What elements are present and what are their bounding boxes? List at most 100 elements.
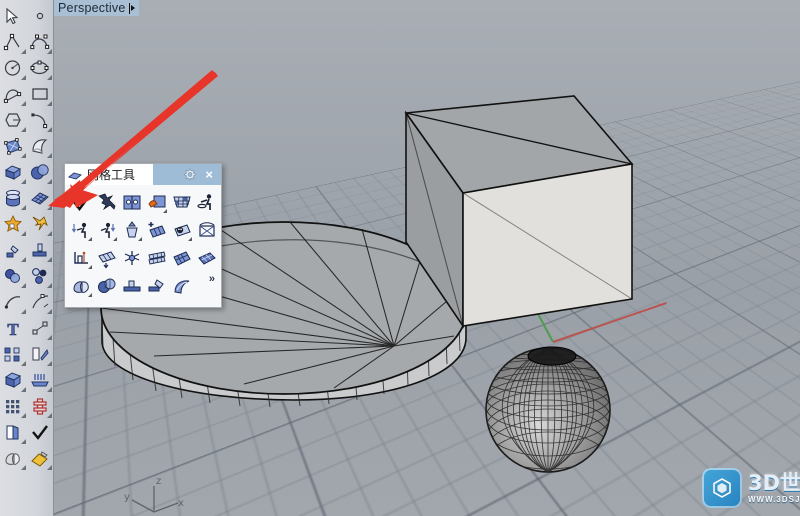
panel-drag-handle[interactable] [65, 164, 85, 185]
rhino-application-window: z x y 3D世界网 WWW.3DSJW.COM Perspective [0, 0, 800, 516]
toolbar-row [0, 419, 53, 445]
main-toolbar[interactable]: T [0, 0, 54, 516]
mesh-button-add-face[interactable] [144, 216, 169, 244]
sidebar-item-polyline[interactable] [0, 29, 27, 55]
panel-more-chevron[interactable]: » [209, 273, 215, 285]
sidebar-item-explode[interactable] [27, 211, 54, 237]
toolbar-row [0, 3, 53, 29]
mesh-sphere[interactable] [470, 330, 630, 490]
sidebar-item-solid-sphere[interactable] [27, 159, 54, 185]
mesh-button-check-mesh[interactable] [69, 188, 94, 216]
toolbar-row [0, 237, 53, 263]
sidebar-item-render-mesh[interactable] [0, 445, 27, 471]
mesh-button-quad-remesh[interactable] [169, 188, 194, 216]
toolbar-row [0, 367, 53, 393]
toolbar-row [0, 211, 53, 237]
mesh-button-align-vertices[interactable] [69, 244, 94, 272]
toolbar-row [0, 107, 53, 133]
mesh-button-mesh-from-surface[interactable] [69, 272, 94, 300]
toolbar-row [0, 341, 53, 367]
sidebar-item-check-object[interactable] [27, 419, 54, 445]
close-icon[interactable]: × [205, 168, 213, 181]
sidebar-item-select-arrow[interactable] [0, 3, 27, 29]
mesh-button-fill-hole[interactable] [144, 188, 169, 216]
mesh-button-weld[interactable] [194, 188, 219, 216]
sidebar-item-control-point-curve[interactable] [27, 29, 54, 55]
mesh-tools-panel-titlebar[interactable]: 网格工具 × [65, 164, 221, 185]
sidebar-item-extrude[interactable] [0, 367, 27, 393]
sidebar-item-curve-blend[interactable] [27, 107, 54, 133]
sidebar-item-group[interactable] [0, 341, 27, 367]
sidebar-item-light[interactable] [27, 367, 54, 393]
viewport-title-tab[interactable]: Perspective [54, 0, 139, 16]
gizmo-x-label: x [178, 498, 184, 509]
mesh-panel-overflow[interactable] [194, 272, 219, 300]
sidebar-item-text[interactable]: T [0, 315, 27, 341]
mesh-button-mesh-boolean[interactable] [119, 272, 144, 300]
sidebar-item-block[interactable] [27, 393, 54, 419]
sidebar-item-offset-surface[interactable] [27, 289, 54, 315]
toolbar-row [0, 81, 53, 107]
mesh-tools-panel-title: 网格工具 [87, 168, 136, 182]
sidebar-item-chamfer[interactable] [27, 263, 54, 289]
mesh-button-patch-single-face[interactable] [194, 216, 219, 244]
sidebar-item-layer[interactable] [0, 419, 27, 445]
chevron-down-icon[interactable] [128, 2, 135, 14]
mesh-button-repair-wrench[interactable] [94, 188, 119, 216]
axis-gizmo: z x y [124, 476, 186, 514]
toolbar-row [0, 55, 53, 81]
page-title: Perspective [58, 1, 126, 15]
mesh-button-split-disjoint[interactable] [119, 188, 144, 216]
sidebar-item-offset-curve[interactable] [0, 289, 27, 315]
sidebar-item-boolean-union[interactable] [0, 211, 27, 237]
mesh-button-triangulate[interactable] [119, 244, 144, 272]
sidebar-item-surface-sweep[interactable] [27, 133, 54, 159]
sidebar-item-mesh-plane[interactable] [27, 185, 54, 211]
sidebar-item-fillet[interactable] [0, 263, 27, 289]
gear-icon[interactable] [183, 168, 197, 181]
sidebar-item-arc[interactable] [0, 81, 27, 107]
toolbar-row [0, 133, 53, 159]
mesh-button-apply-uv[interactable] [194, 244, 219, 272]
cube-logo-icon [702, 468, 742, 508]
toolbar-row: T [0, 315, 53, 341]
mesh-box[interactable] [344, 90, 644, 340]
toolbar-row [0, 159, 53, 185]
sidebar-item-polygon[interactable] [0, 107, 27, 133]
gizmo-y-label: y [124, 492, 130, 503]
sidebar-item-solid-box[interactable] [0, 159, 27, 185]
mesh-tools-panel[interactable]: 网格工具 × » [64, 163, 222, 308]
sidebar-item-ellipse[interactable] [27, 55, 54, 81]
sidebar-item-mesh-cylinder[interactable] [0, 185, 27, 211]
mesh-button-mesh-trim[interactable] [144, 272, 169, 300]
sidebar-item-render[interactable] [27, 445, 54, 471]
sidebar-item-dimension[interactable] [27, 315, 54, 341]
sidebar-item-rectangle[interactable] [27, 81, 54, 107]
toolbar-row [0, 445, 53, 471]
toolbar-row [0, 185, 53, 211]
mesh-button-mesh-smooth[interactable] [169, 272, 194, 300]
site-watermark: 3D世界网 WWW.3DSJW.COM [702, 466, 800, 510]
mesh-button-reduce-mesh[interactable] [144, 244, 169, 272]
mesh-button-mesh-offset[interactable] [94, 272, 119, 300]
watermark-url: WWW.3DSJW.COM [748, 494, 800, 504]
mesh-tools-button-grid: » [65, 185, 221, 302]
mesh-button-delete-face[interactable] [169, 216, 194, 244]
gizmo-z-label: z [156, 476, 162, 487]
mesh-button-unweld[interactable] [69, 216, 94, 244]
mesh-button-quadrangulate[interactable] [169, 244, 194, 272]
sidebar-item-array[interactable] [0, 393, 27, 419]
sidebar-item-transform[interactable] [27, 341, 54, 367]
sidebar-item-trim[interactable] [0, 237, 27, 263]
mesh-button-unify-normals[interactable] [94, 216, 119, 244]
toolbar-row [0, 393, 53, 419]
sidebar-item-circle[interactable] [0, 55, 27, 81]
sidebar-item-split[interactable] [27, 237, 54, 263]
mesh-button-collapse-edge[interactable] [94, 244, 119, 272]
sidebar-item-point[interactable] [27, 3, 54, 29]
sidebar-item-surface-from-points[interactable] [0, 133, 27, 159]
toolbar-row [0, 289, 53, 315]
mesh-button-extract-part[interactable] [119, 216, 144, 244]
watermark-title: 3D世界网 [748, 470, 800, 495]
panel-titlebar-controls: × [153, 164, 221, 185]
